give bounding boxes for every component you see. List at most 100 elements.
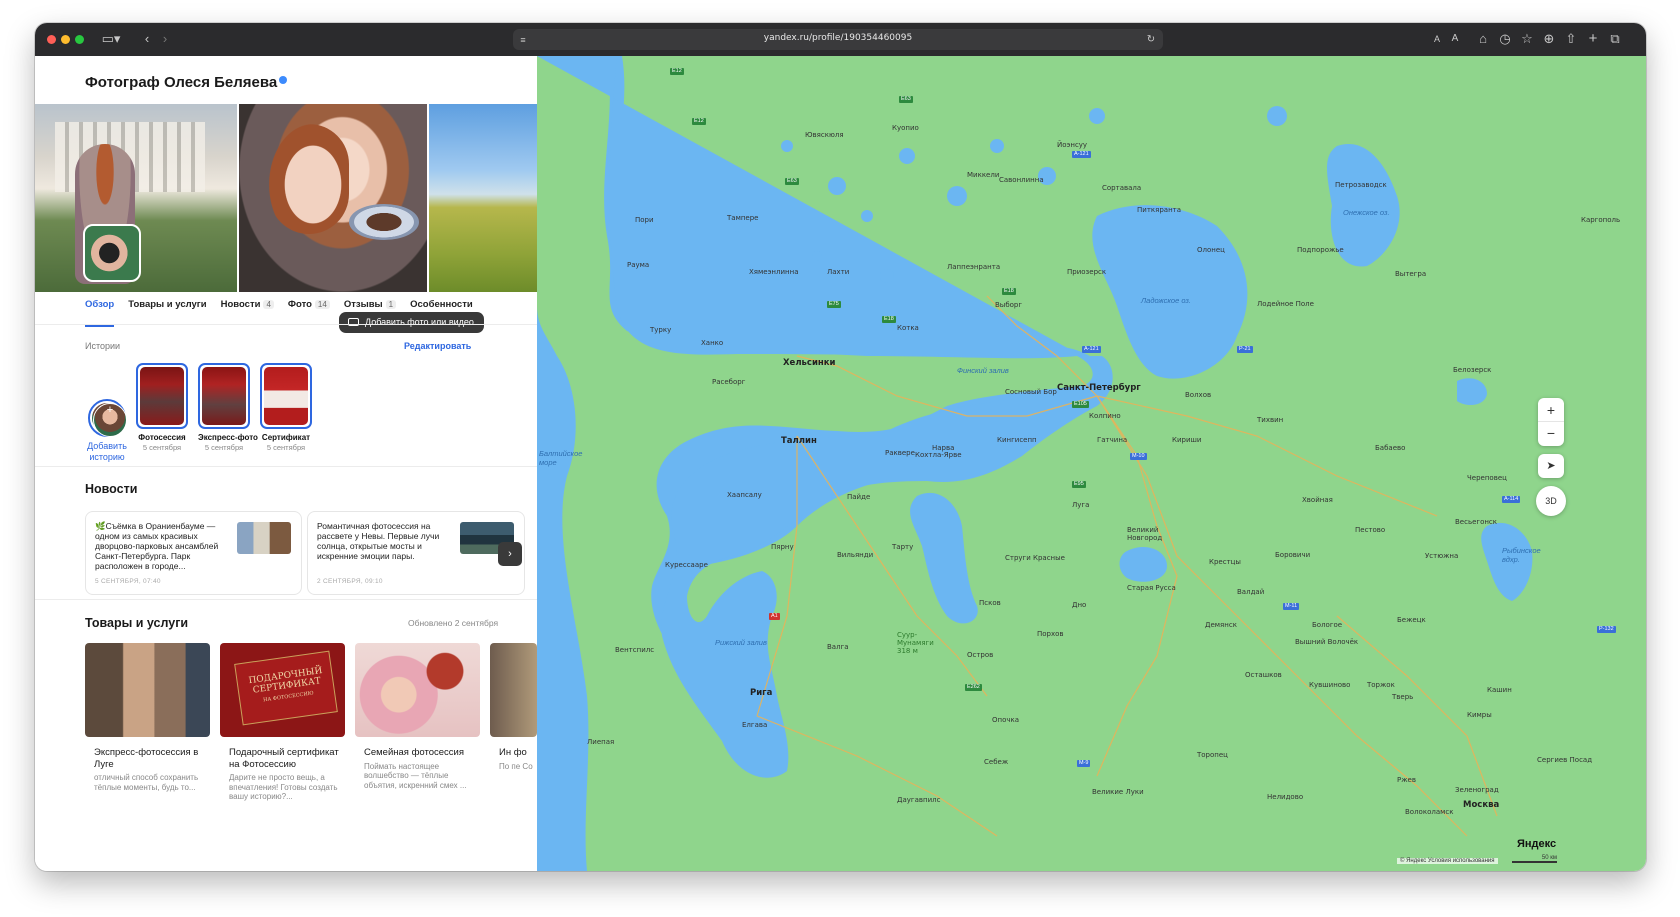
business-profile-panel: Фотограф Олеся Беляева Добавить фото или… <box>35 56 537 871</box>
gallery-photo-2[interactable] <box>239 104 427 292</box>
product-description: По пе Со <box>499 761 533 771</box>
city-label: Раквере <box>885 449 915 457</box>
city-label: Куопио <box>892 124 919 132</box>
product-card[interactable]: Экспресс-фотосессия в Луге отличный спос… <box>85 643 210 792</box>
city-label: Опочка <box>992 716 1020 724</box>
bookmark-star-icon[interactable]: ☆ <box>1519 30 1535 48</box>
story-item[interactable]: Сертификат 5 сентября <box>260 363 312 452</box>
product-card[interactable]: ПОДАРОЧНЫЙ СЕРТИФИКАТ НА ФОТОСЕССИЮ Пода… <box>220 643 345 802</box>
zoom-control: + − <box>1538 398 1564 446</box>
lake-label: Онежское оз. <box>1343 208 1390 217</box>
city-label: Вышний Волочёк <box>1295 638 1359 646</box>
address-bar[interactable]: ≡ yandex.ru/profile/190354460095 ↻ <box>513 29 1163 50</box>
minimize-window-button[interactable] <box>61 35 70 44</box>
url-text: yandex.ru/profile/190354460095 <box>763 33 913 43</box>
map-scale: 50 км <box>1512 855 1557 863</box>
city-label: Себеж <box>984 758 1009 766</box>
city-label: Тихвин <box>1257 416 1284 424</box>
city-label: Миккели <box>967 171 1000 179</box>
forward-icon[interactable]: › <box>157 30 173 48</box>
story-item[interactable]: Фотосессия 5 сентября <box>136 363 188 452</box>
tab-overview-icon[interactable]: ⧉ <box>1607 30 1623 48</box>
map-canvas[interactable] <box>537 56 1646 871</box>
city-label: Тампере <box>727 214 759 222</box>
city-label: Остров <box>967 651 994 659</box>
map-copyright[interactable]: © Яндекс Условия использования <box>1397 858 1498 864</box>
zoom-in-button[interactable]: + <box>1538 398 1564 422</box>
gallery-photo-3[interactable] <box>429 104 537 292</box>
location-arrow-icon: ➤ <box>1546 460 1556 472</box>
home-icon[interactable]: ⌂ <box>1475 30 1491 48</box>
reload-icon[interactable]: ↻ <box>1145 31 1157 49</box>
city-label: Старая Русса <box>1127 584 1176 592</box>
tab-reviews-count: 1 <box>385 300 397 309</box>
tab-overview[interactable]: Обзор <box>85 299 115 327</box>
city-label: Пярну <box>771 543 794 551</box>
story-item[interactable]: Экспресс-фото 5 сентября <box>198 363 258 452</box>
zoom-out-button[interactable]: − <box>1538 422 1564 446</box>
city-label: Хямеэнлинна <box>749 268 799 276</box>
city-label[interactable]: Таллин <box>781 436 817 446</box>
city-label: Ханко <box>701 339 724 347</box>
gulf-label: Финский залив <box>957 366 1009 375</box>
news-card[interactable]: Романтичная фотосессия на рассвете у Нев… <box>307 511 525 595</box>
map-view[interactable]: Ладожское оз. Онежское оз. Балтийское мо… <box>537 56 1646 871</box>
maximize-window-button[interactable] <box>75 35 84 44</box>
city-label: Расеборг <box>712 378 746 386</box>
edit-stories-link[interactable]: Редактировать <box>404 341 471 351</box>
news-text: 🌿Съёмка в Ораниенбауме — одном из самых … <box>95 521 219 571</box>
3d-mode-button[interactable]: 3D <box>1536 486 1566 516</box>
text-smaller-icon[interactable]: A <box>1430 30 1444 48</box>
city-label[interactable]: Хельсинки <box>783 358 836 368</box>
city-label: Осташков <box>1245 671 1282 679</box>
city-label: Лаппеэнранта <box>947 263 1001 271</box>
plus-icon: + <box>93 403 127 437</box>
product-card[interactable]: Ин фо По пе Со <box>490 643 537 771</box>
story-name: Сертификат <box>261 433 311 442</box>
city-label: Ржев <box>1397 776 1416 784</box>
close-window-button[interactable] <box>47 35 56 44</box>
photo-gallery[interactable]: Добавить фото или видео <box>35 104 537 333</box>
city-label[interactable]: Рига <box>750 688 772 698</box>
locate-me-button[interactable]: ➤ <box>1538 454 1564 478</box>
tab-features[interactable]: Особенности <box>410 299 473 319</box>
product-card[interactable]: Семейная фотосессия Поймать настоящее во… <box>355 643 480 790</box>
new-tab-icon[interactable]: + <box>1585 30 1601 48</box>
city-label: Луга <box>1072 501 1090 509</box>
gallery-photo-1[interactable] <box>35 104 237 292</box>
city-label: Струги Красные <box>1005 554 1065 562</box>
text-larger-icon[interactable]: A <box>1448 30 1462 48</box>
add-story-button[interactable]: + Добавить историю <box>85 399 129 463</box>
tab-products[interactable]: Товары и услуги <box>128 299 206 319</box>
city-label: Ювяскюля <box>805 131 844 139</box>
news-card[interactable]: 🌿Съёмка в Ораниенбауме — одном из самых … <box>85 511 302 595</box>
city-label: Котка <box>897 324 919 332</box>
city-label[interactable]: Санкт-Петербург <box>1057 383 1141 393</box>
sidebar-toggle-icon[interactable]: ▭▾ <box>97 30 125 48</box>
city-label: Валдай <box>1237 588 1265 596</box>
tab-reviews[interactable]: Отзывы 1 <box>344 299 397 319</box>
city-label[interactable]: Москва <box>1463 800 1499 810</box>
city-label: Зеленоград <box>1455 786 1499 794</box>
city-label: Каргополь <box>1581 216 1621 224</box>
tab-photos[interactable]: Фото 14 <box>288 299 330 319</box>
history-icon[interactable]: ◷ <box>1497 30 1513 48</box>
city-label: Волоколамск <box>1405 808 1454 816</box>
news-next-button[interactable]: › <box>498 542 522 566</box>
city-label: Раума <box>627 261 650 269</box>
city-label: Белозерск <box>1453 366 1492 374</box>
profile-tabs: Обзор Товары и услуги Новости 4 Фото 14 От… <box>85 299 473 327</box>
products-updated: Обновлено 2 сентября <box>408 618 499 628</box>
download-icon[interactable]: ⊕ <box>1541 30 1557 48</box>
city-label: Олонец <box>1197 246 1225 254</box>
browser-window: ▭▾ ‹ › ≡ yandex.ru/profile/190354460095 … <box>35 23 1646 871</box>
news-date: 5 СЕНТЯБРЯ, 07:40 <box>95 578 161 585</box>
back-icon[interactable]: ‹ <box>139 30 155 48</box>
city-label: Лахти <box>827 268 850 276</box>
tab-news[interactable]: Новости 4 <box>221 299 274 319</box>
product-title: Семейная фотосессия <box>364 747 464 758</box>
news-text: Романтичная фотосессия на рассвете у Нев… <box>317 521 440 561</box>
share-icon[interactable]: ⇧ <box>1563 30 1579 48</box>
story-date: 5 сентября <box>142 443 182 452</box>
city-label: Подпорожье <box>1297 246 1344 254</box>
